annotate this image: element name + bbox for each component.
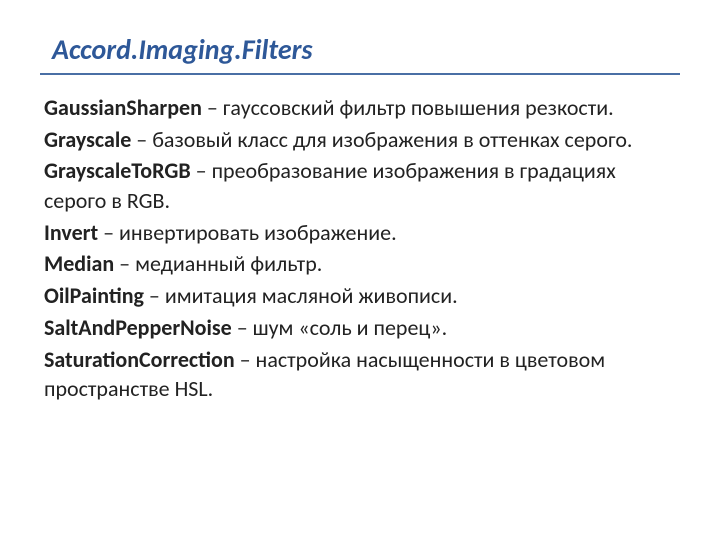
filter-desc: – имитация масляной живописи. bbox=[144, 282, 458, 309]
filter-term: Invert bbox=[44, 219, 98, 246]
list-item: GrayscaleToRGB – преобразование изображе… bbox=[44, 156, 680, 215]
filter-term: GaussianSharpen bbox=[44, 94, 202, 121]
filter-desc: – инвертировать изображение. bbox=[98, 219, 397, 246]
filter-term: Median bbox=[44, 250, 114, 277]
list-item: GaussianSharpen – гауссовский фильтр пов… bbox=[44, 93, 680, 123]
list-item: Invert – инвертировать изображение. bbox=[44, 218, 680, 248]
list-item: SaltAndPepperNoise – шум «соль и перец». bbox=[44, 313, 680, 343]
list-item: Median – медианный фильтр. bbox=[44, 249, 680, 279]
list-item: SaturationCorrection – настройка насыщен… bbox=[44, 345, 680, 404]
filter-term: GrayscaleToRGB bbox=[44, 157, 191, 184]
page-title: Accord.Imaging.Filters bbox=[40, 32, 680, 75]
filter-term: Grayscale bbox=[44, 126, 131, 153]
list-item: Grayscale – базовый класс для изображени… bbox=[44, 125, 680, 155]
filter-term: OilPainting bbox=[44, 282, 144, 309]
filter-desc: – медианный фильтр. bbox=[114, 250, 322, 277]
list-item: OilPainting – имитация масляной живописи… bbox=[44, 281, 680, 311]
filter-list: GaussianSharpen – гауссовский фильтр пов… bbox=[40, 93, 680, 404]
filter-term: SaturationCorrection bbox=[44, 346, 235, 373]
filter-term: SaltAndPepperNoise bbox=[44, 314, 232, 341]
filter-desc: – базовый класс для изображения в оттенк… bbox=[131, 126, 632, 153]
filter-desc: – гауссовский фильтр повышения резкости. bbox=[202, 94, 614, 121]
filter-desc: – шум «соль и перец». bbox=[232, 314, 447, 341]
